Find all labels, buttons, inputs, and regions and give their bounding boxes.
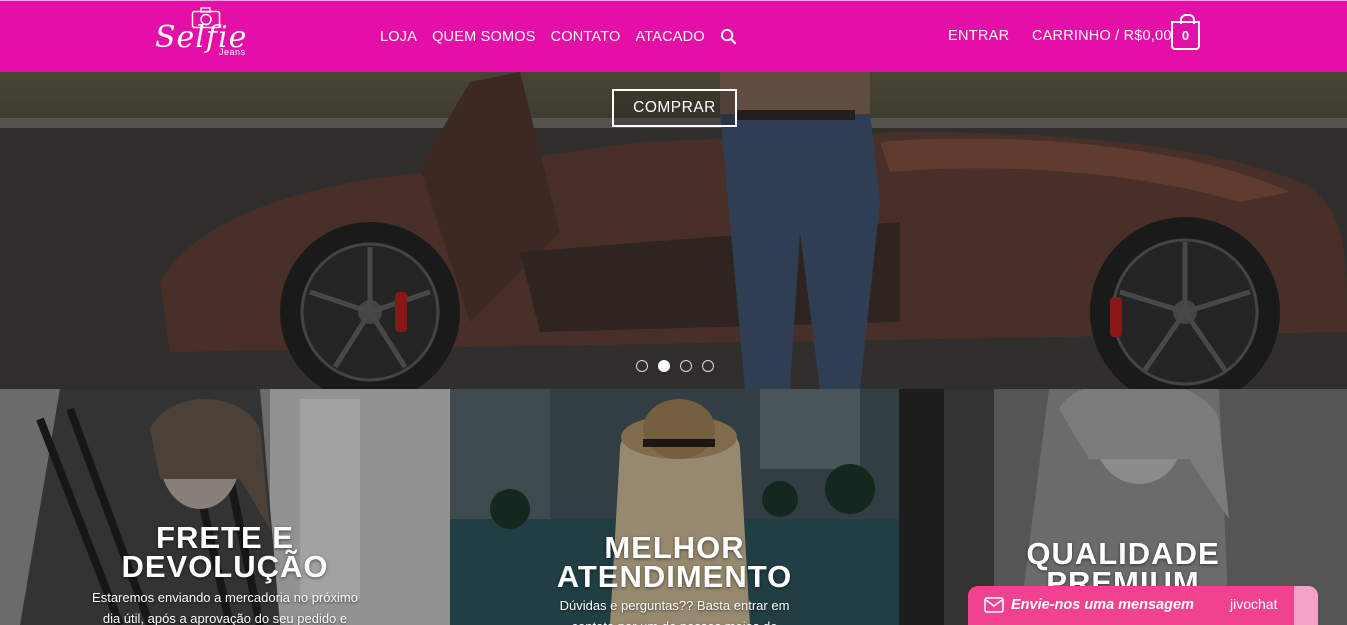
hero-slider: COMPRAR xyxy=(0,72,1347,389)
feature-description: Dúvidas e perguntas?? Basta entrar em co… xyxy=(559,598,790,625)
feature-panel-shipping[interactable]: FRETE E DEVOLUÇÃO Estaremos enviando a m… xyxy=(0,389,450,625)
feature-panel-service[interactable]: MELHOR ATENDIMENTO Dúvidas e perguntas??… xyxy=(450,389,899,625)
search-icon[interactable] xyxy=(720,28,738,46)
nav-item-loja[interactable]: LOJA xyxy=(380,29,417,45)
logo-subtext: Jeans xyxy=(219,47,246,57)
main-nav: LOJA QUEM SOMOS CONTATO ATACADO xyxy=(380,28,738,46)
cart-link[interactable]: CARRINHO / R$0,00 xyxy=(1032,28,1172,44)
nav-item-atacado[interactable]: ATACADO xyxy=(635,29,704,45)
slider-dot[interactable] xyxy=(636,360,648,372)
slider-dot-active[interactable] xyxy=(658,360,670,372)
chat-corner xyxy=(1294,586,1318,625)
chat-widget[interactable]: Envie-nos uma mensagem jivochat xyxy=(968,586,1318,625)
feature-title: MELHOR ATENDIMENTO xyxy=(556,530,793,594)
buy-button[interactable]: COMPRAR xyxy=(612,89,737,127)
mail-icon xyxy=(984,597,1004,613)
slider-dots xyxy=(636,360,724,372)
site-header: Selfie Jeans LOJA QUEM SOMOS CONTATO ATA… xyxy=(0,0,1347,72)
feature-title: FRETE E DEVOLUÇÃO xyxy=(121,520,329,584)
cart-count-badge[interactable]: 0 xyxy=(1171,14,1200,50)
nav-item-contato[interactable]: CONTATO xyxy=(551,29,621,45)
feature-description: Estaremos enviando a mercadoria no próxi… xyxy=(92,590,358,625)
logo[interactable]: Selfie Jeans xyxy=(155,5,265,63)
login-link[interactable]: ENTRAR xyxy=(948,28,1009,44)
slider-dot[interactable] xyxy=(702,360,714,372)
chat-brand: jivochat xyxy=(1230,596,1278,612)
nav-item-quem-somos[interactable]: QUEM SOMOS xyxy=(432,29,536,45)
slider-dot[interactable] xyxy=(680,360,692,372)
chat-message-label: Envie-nos uma mensagem xyxy=(1011,597,1194,613)
